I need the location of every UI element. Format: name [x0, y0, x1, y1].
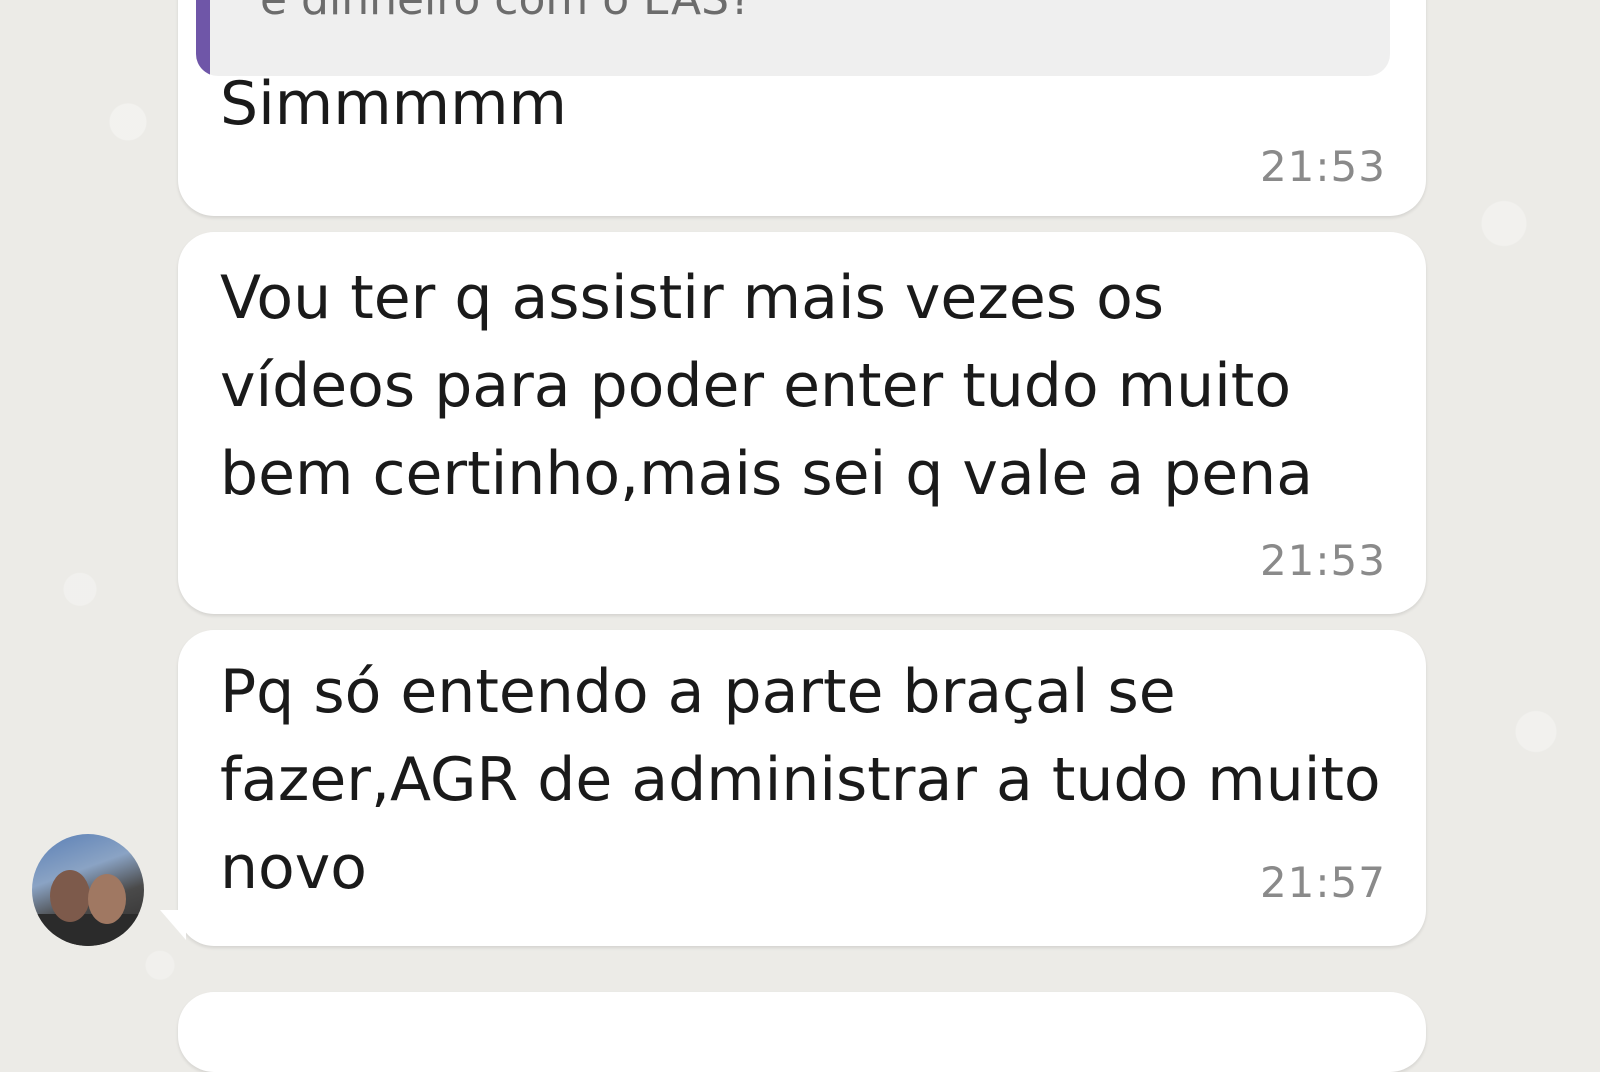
message-text: Vou ter q assistir mais vezes os vídeos … — [220, 263, 1313, 509]
quoted-message-text: e dinheiro com o EAS? — [260, 0, 752, 25]
avatar-photo-face — [50, 870, 90, 922]
message-text: Simmmmm — [220, 69, 567, 139]
sender-avatar[interactable] — [32, 834, 144, 946]
message-bubble[interactable]: Pq só entendo a parte braçal se fazer,AG… — [178, 630, 1426, 946]
message-bubble[interactable]: Vou ter q assistir mais vezes os vídeos … — [178, 232, 1426, 614]
avatar-photo-face — [88, 874, 126, 924]
message-timestamp: 21:53 — [1259, 536, 1386, 585]
message-bubble-partial[interactable] — [178, 992, 1426, 1072]
message-bubble[interactable]: e dinheiro com o EAS? Simmmmm 21:53 — [178, 0, 1426, 216]
message-text: Pq só entendo a parte braçal se fazer,AG… — [220, 657, 1381, 903]
quote-accent-bar — [196, 0, 210, 76]
message-timestamp: 21:57 — [1259, 858, 1386, 907]
avatar-photo-shirt — [32, 914, 144, 946]
bubble-tail — [160, 910, 186, 940]
message-timestamp: 21:53 — [1259, 142, 1386, 191]
